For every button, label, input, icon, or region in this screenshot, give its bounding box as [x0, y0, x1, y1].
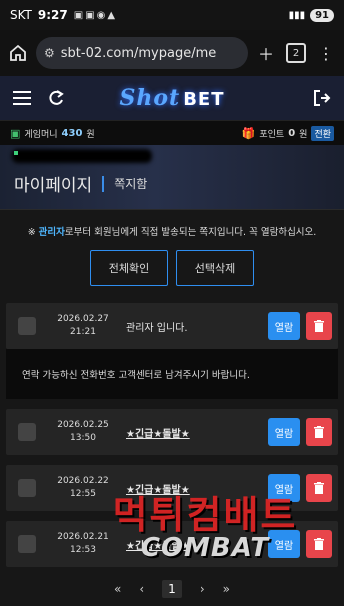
open-message-button[interactable]: 열람	[268, 474, 300, 502]
notice-prefix: ※	[27, 227, 39, 238]
site-header: Shot BET	[0, 76, 344, 121]
tab-count: 2	[286, 43, 306, 63]
home-icon[interactable]	[6, 41, 30, 65]
message-checkbox[interactable]	[18, 479, 36, 497]
message-row[interactable]: 2026.02.27 21:21 관리자 입니다. 열람	[6, 303, 338, 349]
site-logo[interactable]: Shot BET	[119, 85, 224, 111]
message-row[interactable]: 2026.02.22 12:55 ★긴급★돌발★ 열람	[6, 465, 338, 511]
notice-body: 로부터 회원님에게 직접 발송되는 쪽지입니다. 꼭 열람하십시오.	[64, 227, 317, 238]
balance-bar: ▣ 게임머니 430 원 🎁 포인트 0 원 전환	[0, 121, 344, 145]
point-convert-button[interactable]: 전환	[311, 125, 334, 141]
prev-page-button[interactable]: ‹	[139, 582, 144, 596]
page-title-text: 마이페이지	[14, 176, 93, 196]
game-money-unit: 원	[86, 129, 95, 140]
url-text: sbt-02.com/mypage/me	[60, 45, 217, 61]
logo-accent: BET	[183, 89, 225, 110]
message-row[interactable]: 2026.02.21 12:53 ★긴급★돌발★ 열람	[6, 521, 338, 567]
logout-icon[interactable]	[310, 86, 334, 110]
message-body: 연락 가능하신 전화번호 고객센터로 남겨주시기 바랍니다.	[6, 349, 338, 399]
hamburger-menu-icon[interactable]	[10, 86, 34, 110]
first-page-button[interactable]: «	[114, 582, 121, 596]
page-title: 마이페이지 쪽지함	[14, 171, 147, 196]
check-all-button[interactable]: 전체확인	[90, 250, 168, 286]
site-settings-icon[interactable]: ⚙	[44, 46, 55, 60]
message-checkbox[interactable]	[18, 535, 36, 553]
message-row[interactable]: 2026.02.25 13:50 ★긴급★돌발★ 열람	[6, 409, 338, 455]
status-bar: SKT 9:27 ▣▣◉▲ ▮▮▮ 91	[0, 0, 344, 30]
game-money-label: 게임머니	[24, 129, 58, 140]
notification-icons: ▣▣◉▲	[73, 9, 118, 21]
notice-text: ※ 관리자로부터 회원님에게 직접 발송되는 쪽지입니다. 꼭 열람하십시오.	[0, 224, 344, 238]
logo-main: Shot	[119, 85, 181, 111]
point-label: 포인트	[259, 129, 285, 140]
game-money-value: 430	[61, 127, 83, 139]
message-list: 2026.02.27 21:21 관리자 입니다. 열람 연락 가능하신 전화번호…	[6, 303, 338, 577]
message-date: 2026.02.22 12:55	[57, 476, 109, 499]
title-divider	[102, 175, 105, 192]
open-message-button[interactable]: 열람	[268, 312, 300, 340]
new-tab-icon[interactable]: ＋	[254, 41, 278, 65]
message-subject[interactable]: ★긴급★돌발★	[126, 481, 268, 496]
battery-indicator: 91	[310, 8, 334, 22]
next-page-button[interactable]: ›	[200, 582, 205, 596]
trash-icon[interactable]	[306, 474, 332, 502]
current-page[interactable]: 1	[162, 580, 182, 598]
trash-icon[interactable]	[306, 530, 332, 558]
pagination: « ‹ 1 › »	[0, 580, 344, 598]
redacted-area	[12, 149, 152, 163]
last-page-button[interactable]: »	[223, 582, 230, 596]
message-subject[interactable]: 관리자 입니다.	[126, 319, 268, 334]
carrier-label: SKT	[10, 8, 32, 22]
message-subject[interactable]: ★긴급★돌발★	[126, 425, 268, 440]
refresh-icon[interactable]	[44, 86, 68, 110]
signal-icon: ▮▮▮	[288, 9, 306, 21]
point-unit: 원	[299, 129, 308, 140]
browser-toolbar: ⚙ sbt-02.com/mypage/me ＋ 2 ⋮	[0, 30, 344, 76]
page-banner: 마이페이지 쪽지함	[0, 145, 344, 210]
message-date: 2026.02.21 12:53	[57, 532, 109, 555]
message-checkbox[interactable]	[18, 317, 36, 335]
gift-icon: 🎁	[241, 126, 256, 140]
notice-admin: 관리자	[38, 227, 65, 238]
tab-switcher-button[interactable]: 2	[284, 41, 308, 65]
point-value: 0	[288, 127, 296, 139]
wallet-icon: ▣	[10, 126, 21, 140]
message-date: 2026.02.27 21:21	[57, 314, 109, 337]
status-dot	[14, 151, 18, 155]
open-message-button[interactable]: 열람	[268, 530, 300, 558]
trash-icon[interactable]	[306, 312, 332, 340]
trash-icon[interactable]	[306, 418, 332, 446]
address-bar[interactable]: ⚙ sbt-02.com/mypage/me	[36, 37, 248, 69]
page-subtitle: 쪽지함	[114, 177, 148, 191]
message-subject[interactable]: ★긴급★돌발★	[126, 537, 268, 552]
browser-menu-icon[interactable]: ⋮	[314, 41, 338, 65]
clock: 9:27	[37, 8, 68, 22]
open-message-button[interactable]: 열람	[268, 418, 300, 446]
delete-selected-button[interactable]: 선택삭제	[176, 250, 254, 286]
bulk-actions: 전체확인 선택삭제	[0, 250, 344, 286]
message-date: 2026.02.25 13:50	[57, 420, 109, 443]
message-checkbox[interactable]	[18, 423, 36, 441]
